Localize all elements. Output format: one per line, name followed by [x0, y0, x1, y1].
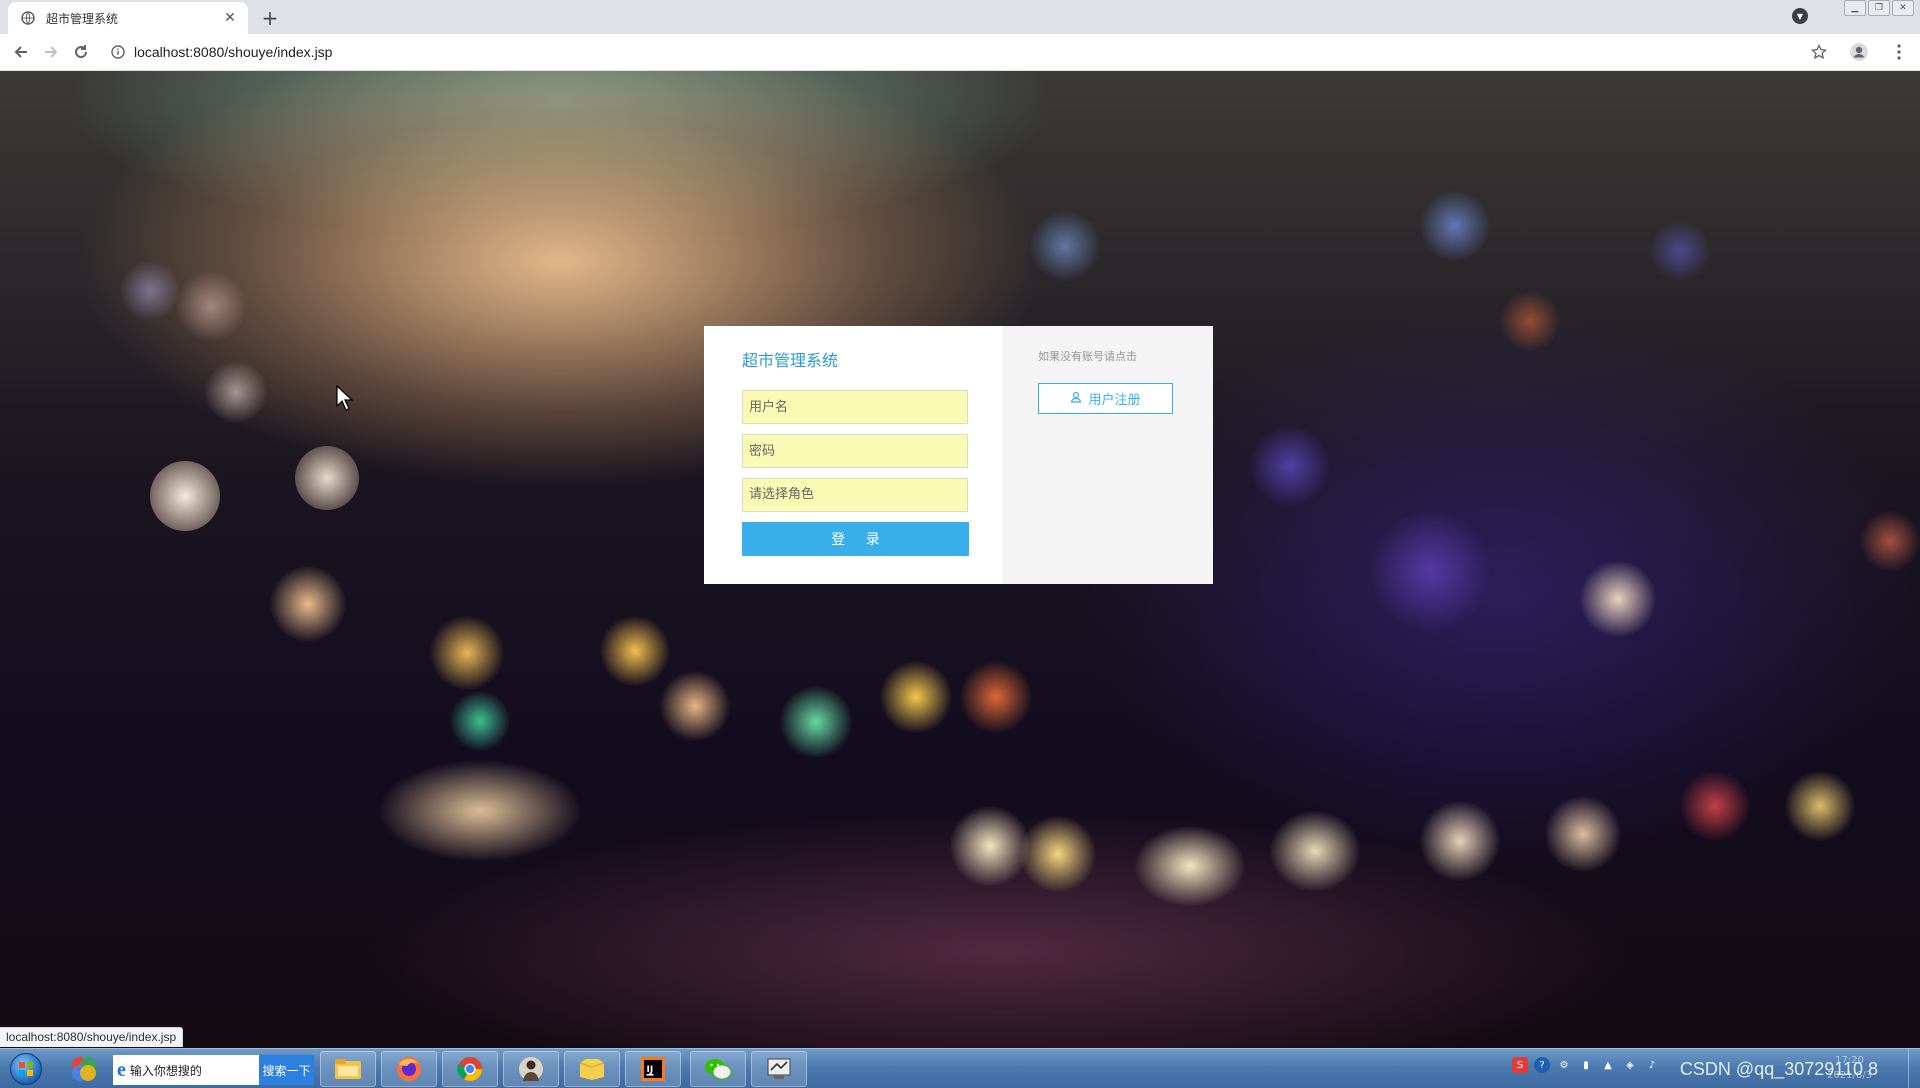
clock[interactable]: 17:20 2021/6/3: [1827, 1053, 1872, 1083]
login-panel: 超市管理系统 请选择角色 登 录 如果没有账号请点击 用户注册: [704, 326, 1213, 584]
browser-tab[interactable]: 超市管理系统 ✕: [8, 2, 248, 34]
bokeh-light: [780, 686, 852, 758]
help-icon[interactable]: ?: [1534, 1057, 1550, 1073]
mouse-cursor-icon: [336, 385, 354, 411]
role-select[interactable]: 请选择角色: [742, 478, 968, 512]
url-text: localhost:8080/shouye/index.jsp: [134, 44, 333, 60]
show-desktop-button[interactable]: [1908, 1049, 1920, 1088]
bokeh-light: [880, 661, 952, 733]
forward-arrow-icon[interactable]: [36, 37, 66, 67]
login-form: 超市管理系统 请选择角色 登 录: [704, 326, 1002, 584]
bokeh-light: [1370, 511, 1490, 631]
bokeh-light: [660, 671, 730, 741]
bokeh-light: [1785, 771, 1855, 841]
register-button[interactable]: 用户注册: [1038, 383, 1173, 414]
user-app-icon[interactable]: [503, 1051, 559, 1087]
start-button[interactable]: [4, 1051, 48, 1087]
chrome-icon[interactable]: [442, 1051, 498, 1087]
bokeh-light: [150, 461, 220, 531]
bokeh-light: [1270, 811, 1360, 891]
taskbar-search-input[interactable]: e 输入你想搜的: [113, 1055, 259, 1085]
back-arrow-icon[interactable]: [6, 37, 36, 67]
taskbar-search-button[interactable]: 搜索一下: [259, 1055, 314, 1085]
clock-date: 2021/6/3: [1827, 1070, 1872, 1081]
file-explorer-icon[interactable]: [320, 1051, 376, 1087]
bokeh-light: [380, 761, 580, 861]
password-input[interactable]: [742, 434, 968, 468]
intellij-icon[interactable]: IJ: [625, 1051, 681, 1087]
menu-dots-icon[interactable]: [1886, 38, 1912, 66]
system-title: 超市管理系统: [742, 351, 839, 370]
bokeh-light: [1680, 771, 1750, 841]
bokeh-light: [1500, 291, 1560, 351]
taskbar: e 输入你想搜的 搜索一下 IJ S ? ⚙ ▮ ▲ ◈ ♪ CSDN @qq_…: [0, 1048, 1920, 1088]
bokeh-light: [1030, 211, 1100, 281]
bokeh-light: [1545, 796, 1621, 872]
user-icon: [1070, 391, 1082, 407]
bokeh-light: [960, 661, 1032, 733]
register-panel: 如果没有账号请点击 用户注册: [1002, 326, 1213, 584]
profile-icon[interactable]: [1846, 38, 1872, 66]
register-hint: 如果没有账号请点击: [1038, 350, 1137, 363]
bokeh-light: [1135, 826, 1245, 906]
close-window-icon[interactable]: ✕: [1892, 0, 1914, 16]
bokeh-light: [430, 616, 504, 690]
bokeh-light: [120, 261, 180, 321]
svg-text:IJ: IJ: [647, 1065, 654, 1075]
show-hidden-icons-icon[interactable]: ▲: [1600, 1057, 1616, 1073]
windows-logo-icon: [10, 1053, 42, 1085]
role-select-placeholder: 请选择角色: [749, 487, 815, 502]
bokeh-light: [600, 616, 670, 686]
firefox-icon[interactable]: [381, 1051, 437, 1087]
login-button[interactable]: 登 录: [742, 522, 969, 556]
info-icon[interactable]: [110, 44, 126, 60]
status-bar-url: localhost:8080/shouye/index.jsp: [0, 1027, 184, 1047]
tab-search-icon[interactable]: ▼: [1792, 8, 1808, 24]
globe-icon: [20, 10, 36, 26]
bokeh-light: [176, 271, 246, 341]
control-panel-icon[interactable]: [751, 1051, 807, 1087]
bokeh-light: [205, 361, 267, 423]
bokeh-light: [1860, 511, 1920, 571]
bookmark-star-icon[interactable]: [1806, 38, 1832, 66]
bokeh-light: [1420, 191, 1490, 261]
bokeh-light: [1580, 561, 1656, 637]
restore-icon[interactable]: ❐: [1868, 0, 1890, 16]
taskbar-search-placeholder: 输入你想搜的: [129, 1063, 202, 1078]
username-input[interactable]: [742, 390, 968, 424]
battery-icon[interactable]: ▮: [1578, 1057, 1594, 1073]
new-tab-button[interactable]: +: [258, 6, 282, 30]
register-button-label: 用户注册: [1088, 393, 1141, 408]
wechat-icon[interactable]: [690, 1051, 746, 1087]
ie-icon: e: [117, 1058, 126, 1081]
folder-icon[interactable]: [564, 1051, 620, 1087]
volume-icon[interactable]: ♪: [1644, 1057, 1660, 1073]
bokeh-light: [295, 446, 359, 510]
system-tray: S ? ⚙ ▮ ▲ ◈ ♪: [1512, 1057, 1660, 1073]
bokeh-light: [1250, 426, 1330, 506]
bokeh-light: [1020, 816, 1096, 892]
minimize-icon[interactable]: ▁: [1844, 0, 1866, 16]
clock-time: 17:20: [1835, 1055, 1864, 1066]
network-icon[interactable]: ◈: [1622, 1057, 1638, 1073]
browser-tabstrip: 超市管理系统 ✕ + ▼ ▁ ❐ ✕: [0, 0, 1920, 34]
bokeh-light: [1420, 801, 1500, 881]
bokeh-light: [450, 691, 510, 751]
browser-logo-icon[interactable]: [56, 1051, 112, 1087]
sogou-ime-icon[interactable]: S: [1512, 1057, 1528, 1073]
reload-icon[interactable]: [66, 37, 96, 67]
bokeh-light: [1650, 221, 1710, 281]
close-icon[interactable]: ✕: [222, 10, 238, 26]
browser-toolbar: localhost:8080/shouye/index.jsp: [0, 34, 1920, 71]
address-bar[interactable]: localhost:8080/shouye/index.jsp: [110, 37, 1810, 67]
tab-title: 超市管理系统: [46, 11, 119, 26]
settings-icon[interactable]: ⚙: [1556, 1057, 1572, 1073]
window-controls: ▁ ❐ ✕: [1844, 0, 1914, 18]
bokeh-light: [270, 566, 346, 642]
bokeh-light: [950, 806, 1030, 886]
